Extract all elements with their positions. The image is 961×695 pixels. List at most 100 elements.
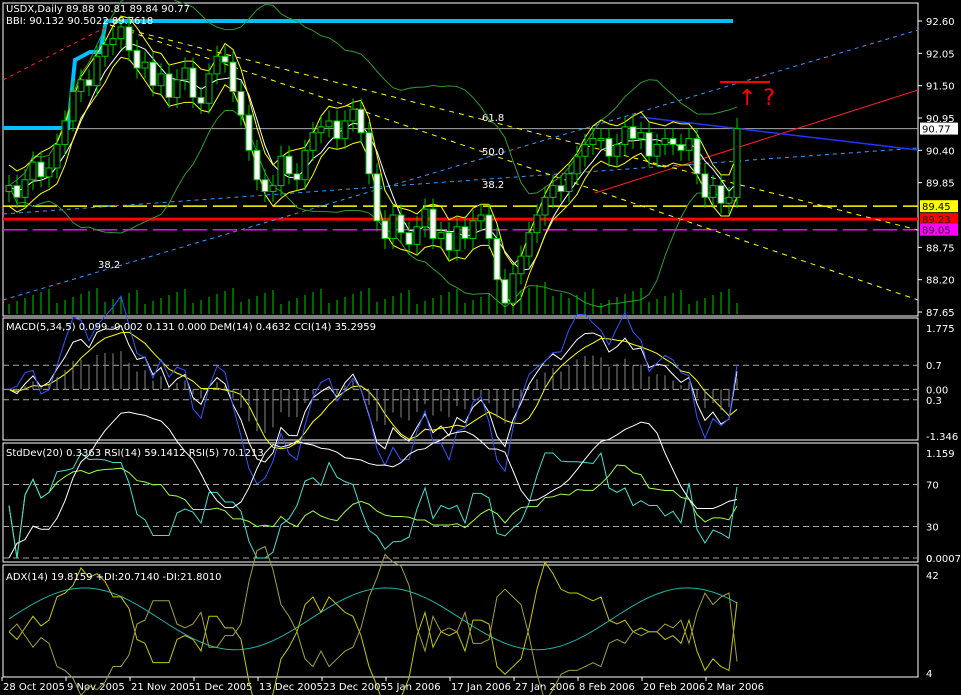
y-tick-label: 87.65 — [926, 308, 955, 319]
candle-body — [277, 155, 285, 187]
candle-body — [517, 255, 525, 275]
candle-body — [29, 161, 37, 181]
candle-body — [469, 220, 477, 240]
candle-body — [613, 143, 621, 157]
candle-body — [709, 185, 717, 198]
candle-body — [349, 108, 357, 122]
candle-body — [445, 232, 453, 251]
candle-body — [101, 44, 109, 57]
y-tick-label: 90.40 — [926, 146, 955, 157]
rsi-title: StdDev(20) 0.3363 RSI(14) 59.1412 RSI(5)… — [6, 448, 264, 459]
candle-body — [53, 143, 61, 169]
x-tick-label: 5 Jan 2006 — [387, 682, 441, 693]
candle-body — [573, 155, 581, 175]
handwritten-annotation: ↑ ? — [738, 86, 775, 111]
candle-body — [317, 126, 325, 134]
candle-body — [677, 143, 685, 151]
candle-body — [597, 138, 605, 142]
candle-body — [333, 120, 341, 140]
candle-body — [133, 49, 141, 69]
y-tick-label: 1.775 — [926, 324, 955, 335]
candle-body — [557, 185, 565, 192]
macd-title: MACD(5,34,5) 0.099 -0.002 0.131 0.000 De… — [6, 322, 376, 333]
fib-label: 38.2 — [482, 180, 504, 191]
candle-body — [77, 79, 85, 93]
x-tick-label: 2 Mar 2006 — [707, 682, 764, 693]
y-tick-label: 42 — [926, 571, 939, 582]
candle-body — [93, 55, 101, 87]
x-tick-label: 13 Dec 2005 — [259, 682, 323, 693]
candle-body — [173, 79, 181, 98]
symbol-header: USDX,Daily 89.88 90.81 89.84 90.77 — [6, 4, 190, 15]
candle-body — [45, 167, 53, 178]
fib-label: 38.2 — [98, 260, 120, 271]
candle-body — [653, 143, 661, 157]
candle-body — [341, 120, 349, 140]
trading-chart[interactable]: 92.6092.0591.5090.9590.4089.8588.7588.20… — [0, 0, 961, 695]
candle-body — [21, 179, 29, 198]
candle-body — [637, 132, 645, 140]
pane-frame — [2, 442, 919, 563]
adx-pane[interactable]: 42 4 — [8, 545, 939, 695]
candle-body — [477, 214, 485, 222]
stddev-line — [8, 411, 738, 559]
adx-title: ADX(14) 19.8159 +DI:20.7140 -DI:21.8010 — [6, 572, 222, 583]
candle-body — [229, 61, 237, 93]
fib-label: 50.0 — [482, 147, 504, 158]
candle-body — [197, 96, 205, 104]
candle-body — [85, 79, 93, 87]
price-pane[interactable]: 92.6092.0591.5090.9590.4089.8588.7588.20… — [1, 0, 958, 693]
y-tick-label: 88.20 — [926, 276, 955, 287]
candle-body — [381, 220, 389, 240]
candle-body — [453, 226, 461, 251]
candle-body — [421, 208, 429, 228]
candle-body — [141, 61, 149, 69]
candle-body — [365, 132, 373, 175]
candle-body — [693, 138, 701, 175]
candle-body — [605, 138, 613, 157]
candle-body — [501, 279, 509, 304]
minus-di-line — [8, 545, 738, 695]
candle-body — [245, 114, 253, 151]
y-tick-label: 88.75 — [926, 243, 955, 254]
rsi-pane[interactable]: 1.159703000.0007 — [3, 411, 961, 565]
candle-body — [485, 214, 493, 240]
candle-body — [509, 273, 517, 304]
candle-body — [301, 149, 309, 181]
level-label: 89.05 — [922, 226, 951, 237]
candle-body — [357, 108, 365, 134]
y-tick-label: 92.05 — [926, 49, 955, 60]
candle-body — [261, 179, 269, 192]
candle-body — [669, 138, 677, 145]
candle-body — [645, 132, 653, 157]
y-tick-label: 70 — [926, 481, 939, 492]
pane-frame — [2, 317, 919, 441]
candle-body — [285, 155, 293, 175]
candle-body — [389, 214, 397, 240]
y-tick-label: 89.85 — [926, 179, 955, 190]
fan-line — [109, 24, 919, 231]
candle-body — [237, 91, 245, 116]
bbi-header: BBI: 90.132 90.5022 89.7618 — [6, 16, 153, 27]
macd-line — [8, 324, 738, 463]
candle-body — [661, 138, 669, 145]
y-tick-label: 0.3 — [926, 396, 942, 407]
candle-body — [733, 128, 741, 198]
y-tick-label: 0.00 — [926, 385, 948, 396]
candle-body — [269, 185, 277, 192]
candle-body — [221, 55, 229, 63]
candle-body — [149, 61, 157, 87]
candle-body — [413, 226, 421, 245]
candle-body — [541, 196, 549, 216]
candle-body — [685, 138, 693, 151]
candle-body — [629, 126, 637, 140]
candle-body — [205, 73, 213, 104]
x-tick-label: 17 Jan 2006 — [451, 682, 511, 693]
candle-body — [725, 196, 733, 204]
candle-body — [157, 73, 165, 87]
candle-body — [717, 185, 725, 204]
candle-body — [117, 26, 125, 40]
candle-body — [525, 232, 533, 257]
candle-body — [253, 149, 261, 181]
candle-body — [125, 26, 133, 51]
